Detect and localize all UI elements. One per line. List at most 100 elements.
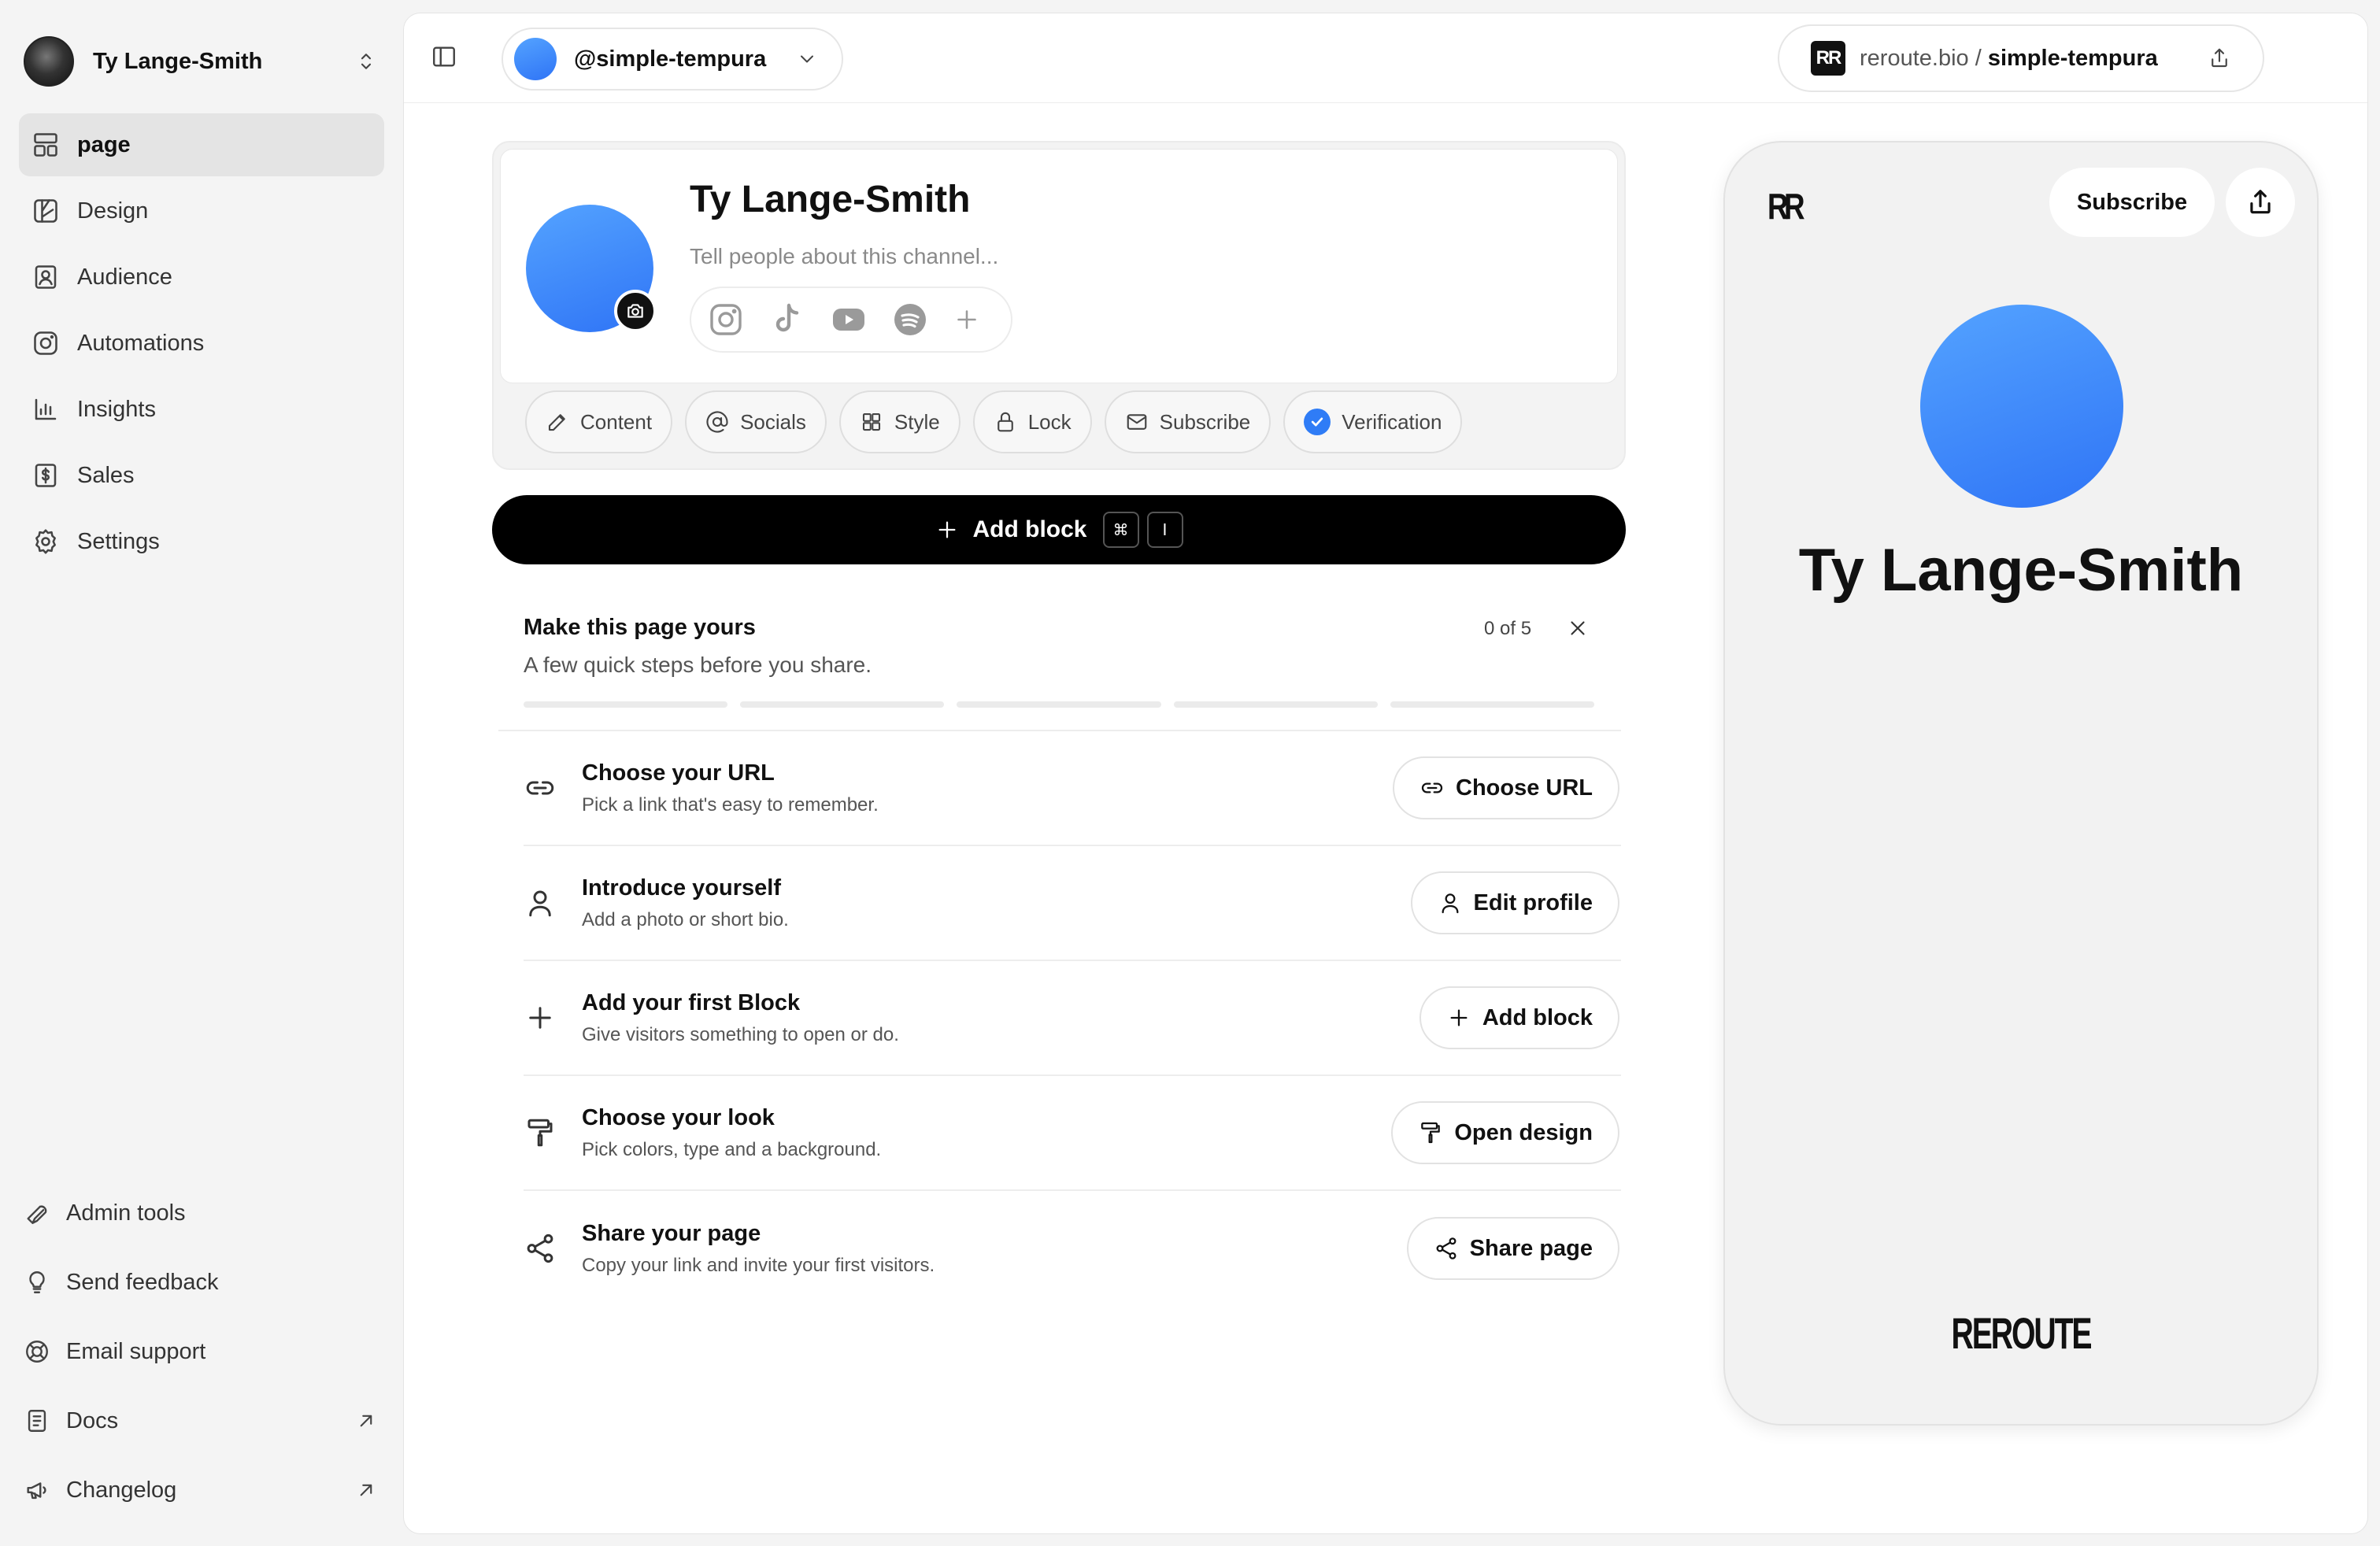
edit-profile-button[interactable]: Edit profile bbox=[1410, 871, 1619, 934]
button-label: Choose URL bbox=[1456, 775, 1593, 801]
page-url-link[interactable]: RR reroute.bio / simple-tempura bbox=[1778, 24, 2264, 92]
subscribe-button[interactable]: Subscribe bbox=[1104, 390, 1271, 453]
chevron-down-icon bbox=[801, 55, 813, 63]
shortcut-key: ⌘ bbox=[1102, 512, 1139, 548]
sidebar-item-label: Email support bbox=[66, 1338, 206, 1364]
lock-icon bbox=[997, 412, 1013, 432]
sidebar-item-changelog[interactable]: Changelog bbox=[24, 1455, 378, 1525]
chart-icon bbox=[35, 398, 57, 420]
account-name: Ty Lange-Smith bbox=[93, 48, 263, 74]
list-item: Choose your URL Pick a link that's easy … bbox=[524, 731, 1621, 846]
plus-icon bbox=[529, 1007, 551, 1029]
sidebar-item-settings[interactable]: Settings bbox=[19, 510, 384, 573]
progress-segment bbox=[524, 701, 728, 708]
checklist-count: 0 of 5 bbox=[1484, 618, 1532, 639]
sidebar-item-audience[interactable]: Audience bbox=[19, 246, 384, 309]
plus-icon[interactable] bbox=[953, 305, 981, 334]
profile-toolbar: Content Socials Style Lock Subscribe Ver… bbox=[525, 390, 1463, 453]
step-text: Choose your look Pick colors, type and a… bbox=[582, 1105, 1391, 1161]
account-switcher[interactable]: Ty Lange-Smith bbox=[24, 35, 378, 88]
preview-logo: RR bbox=[1767, 186, 1805, 227]
chevron-updown-icon bbox=[361, 54, 372, 69]
avatar bbox=[24, 36, 74, 87]
share-page-button[interactable]: Share page bbox=[1406, 1217, 1619, 1280]
progress-segment bbox=[1173, 701, 1378, 708]
instagram-icon bbox=[34, 331, 57, 355]
preview-subscribe-button[interactable]: Subscribe bbox=[2049, 168, 2215, 237]
step-title: Choose your look bbox=[582, 1104, 775, 1130]
plus-icon bbox=[1450, 1009, 1468, 1026]
lifebuoy-icon bbox=[26, 1341, 48, 1363]
mail-icon bbox=[1127, 414, 1146, 430]
step-title: Add your first Block bbox=[582, 989, 801, 1015]
sidebar-item-send-feedback[interactable]: Send feedback bbox=[24, 1248, 378, 1317]
sidebar-item-label: page bbox=[77, 131, 131, 157]
design-icon bbox=[34, 199, 57, 223]
choose-url-button[interactable]: Choose URL bbox=[1393, 756, 1619, 819]
preview-share-button[interactable] bbox=[2226, 168, 2295, 237]
verified-badge-icon bbox=[1304, 409, 1331, 435]
tool-label: Style bbox=[894, 409, 940, 434]
sidebar-item-admin-tools[interactable]: Admin tools bbox=[24, 1178, 378, 1248]
sidebar-item-label: Automations bbox=[77, 330, 205, 356]
sidebar-item-docs[interactable]: Docs bbox=[24, 1386, 378, 1455]
sidebar: Ty Lange-Smith page Design Audience Auto… bbox=[0, 0, 402, 1546]
shortcut-key: I bbox=[1146, 512, 1183, 548]
step-description: Add a photo or short bio. bbox=[582, 908, 789, 930]
sidebar-item-page[interactable]: page bbox=[19, 113, 384, 176]
channel-switcher[interactable]: @simple-tempura bbox=[502, 28, 843, 91]
sidebar-item-email-support[interactable]: Email support bbox=[24, 1317, 378, 1386]
close-checklist-button[interactable] bbox=[1566, 616, 1590, 640]
content-button[interactable]: Content bbox=[525, 390, 673, 453]
tiktok-icon[interactable] bbox=[768, 301, 806, 338]
sidebar-item-automations[interactable]: Automations bbox=[19, 312, 384, 375]
secondary-nav: Admin tools Send feedback Email support … bbox=[24, 1178, 378, 1525]
plus-icon bbox=[939, 521, 956, 538]
user-icon bbox=[529, 890, 551, 917]
verification-button[interactable]: Verification bbox=[1283, 390, 1463, 453]
profile-name[interactable]: Ty Lange-Smith bbox=[690, 178, 970, 221]
user-icon bbox=[1442, 893, 1459, 914]
share-nodes-icon bbox=[1436, 1237, 1457, 1259]
instagram-icon[interactable] bbox=[707, 301, 745, 338]
socials-button[interactable]: Socials bbox=[685, 390, 827, 453]
add-first-block-button[interactable]: Add block bbox=[1419, 986, 1619, 1049]
sidebar-toggle-button[interactable] bbox=[431, 43, 457, 70]
step-text: Choose your URL Pick a link that's easy … bbox=[582, 760, 1393, 816]
link-icon bbox=[526, 781, 554, 795]
grid-icon bbox=[862, 412, 880, 431]
sidebar-item-design[interactable]: Design bbox=[19, 179, 384, 242]
sidebar-item-sales[interactable]: Sales bbox=[19, 444, 384, 507]
external-arrow-icon bbox=[360, 1484, 372, 1496]
lock-button[interactable]: Lock bbox=[972, 390, 1092, 453]
link-icon bbox=[1421, 782, 1443, 793]
add-block-button[interactable]: Add block ⌘ I bbox=[492, 495, 1626, 564]
share-icon[interactable] bbox=[2208, 46, 2231, 70]
open-design-button[interactable]: Open design bbox=[1391, 1101, 1619, 1164]
camera-icon bbox=[627, 304, 643, 318]
main-nav: page Design Audience Automations Insight… bbox=[19, 113, 384, 576]
add-block-label: Add block bbox=[972, 516, 1087, 542]
step-description: Copy your link and invite your first vis… bbox=[582, 1254, 935, 1276]
step-text: Share your page Copy your link and invit… bbox=[582, 1221, 1407, 1277]
sidebar-toggle-icon bbox=[433, 46, 455, 67]
change-photo-button[interactable] bbox=[614, 290, 657, 332]
lightbulb-icon bbox=[29, 1271, 45, 1293]
profile-bio-input[interactable]: Tell people about this channel... bbox=[690, 244, 998, 269]
button-label: Add block bbox=[1482, 1004, 1593, 1030]
channel-handle: @simple-tempura bbox=[574, 46, 767, 72]
checklist-progress bbox=[524, 701, 1595, 708]
sidebar-item-insights[interactable]: Insights bbox=[19, 378, 384, 441]
checklist-subtitle: A few quick steps before you share. bbox=[524, 653, 872, 677]
sidebar-item-label: Insights bbox=[77, 396, 156, 422]
checklist-steps: Choose your URL Pick a link that's easy … bbox=[498, 730, 1621, 1306]
layout-icon bbox=[34, 133, 57, 157]
youtube-icon[interactable] bbox=[830, 301, 868, 338]
sidebar-item-label: Sales bbox=[77, 462, 135, 488]
style-button[interactable]: Style bbox=[838, 390, 961, 453]
spotify-icon[interactable] bbox=[891, 301, 929, 338]
step-title: Introduce yourself bbox=[582, 875, 781, 901]
preview-footer-logo: REROUTE bbox=[1951, 1308, 2093, 1358]
profile-editor: Ty Lange-Smith Tell people about this ch… bbox=[492, 141, 1626, 470]
wrench-icon bbox=[27, 1205, 47, 1224]
